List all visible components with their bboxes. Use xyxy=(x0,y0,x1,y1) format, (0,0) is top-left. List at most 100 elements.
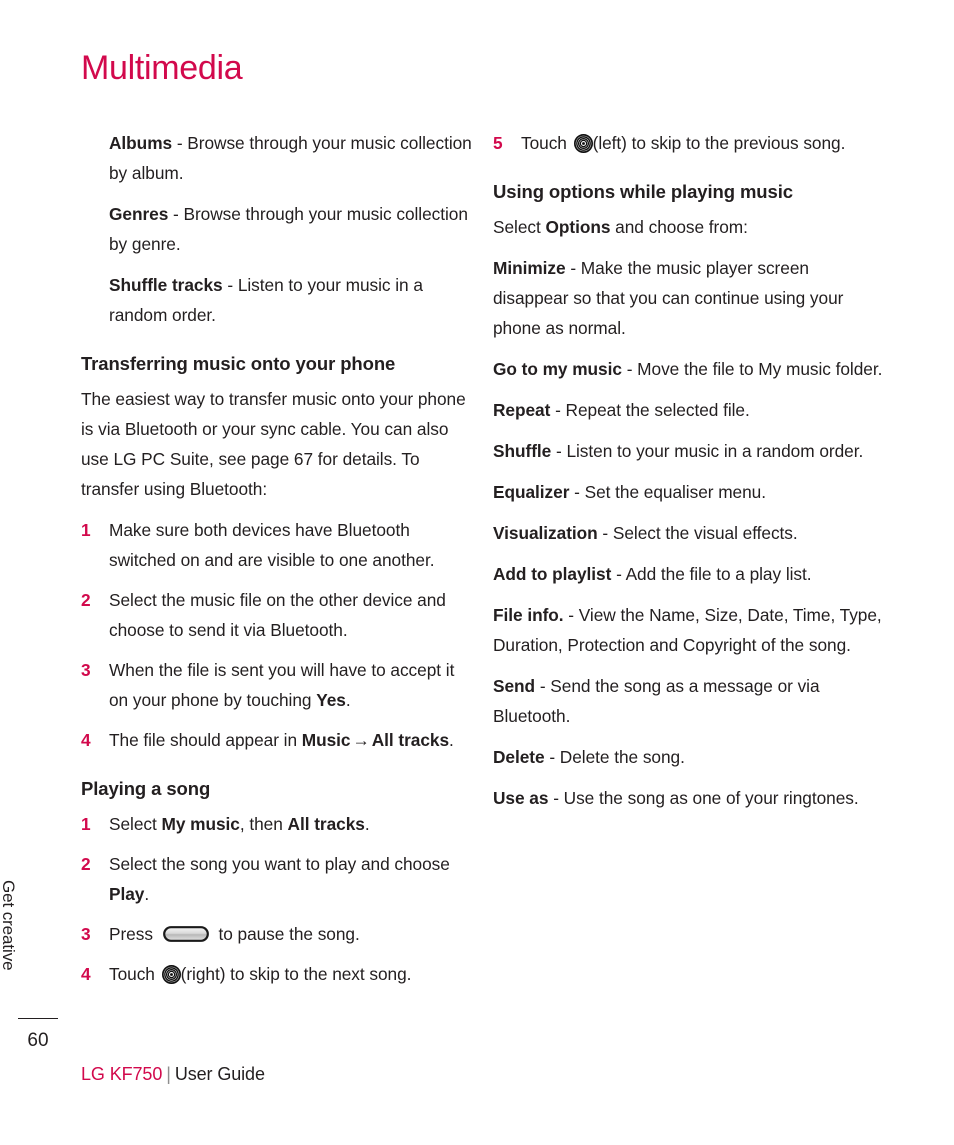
page-title: Multimedia xyxy=(81,49,243,87)
option-dash-repeat: - xyxy=(550,400,566,420)
options-intro-paragraph: Select Options and choose from: xyxy=(493,212,884,242)
step-number: 3 xyxy=(81,660,91,680)
option-dash-go-to-my-music: - xyxy=(621,359,638,379)
option-term-minimize: Minimize xyxy=(493,258,566,278)
step-text-tail: (right) to skip to the next song. xyxy=(180,964,412,984)
step-text: Select the music file on the other devic… xyxy=(109,590,446,640)
step-text: Touch xyxy=(109,964,160,984)
definition-genres: Genres - Browse through your music colle… xyxy=(81,199,472,259)
right-column: 5 Touch (left) to skip to the previous s… xyxy=(493,128,884,824)
step-emphasis-all-tracks: All tracks xyxy=(371,730,450,750)
option-repeat: Repeat - Repeat the selected file. xyxy=(493,395,884,425)
step-text-tail: . xyxy=(449,730,454,750)
option-dash-file-info: - xyxy=(563,605,579,625)
option-go-to-my-music: Go to my music - Move the file to My mus… xyxy=(493,354,884,384)
list-item: 2 Select the music file on the other dev… xyxy=(81,585,472,645)
step-text: When the file is sent you will have to a… xyxy=(109,660,455,710)
step-number: 2 xyxy=(81,590,91,610)
option-dash-equalizer: - xyxy=(569,482,585,502)
option-dash-shuffle: - xyxy=(551,441,567,461)
footer: LG KF750 | User Guide xyxy=(81,1064,265,1085)
option-desc-delete: Delete the song. xyxy=(559,747,685,767)
step-emphasis-all-tracks: All tracks xyxy=(287,814,365,834)
option-shuffle: Shuffle - Listen to your music in a rand… xyxy=(493,436,884,466)
navigation-wheel-icon xyxy=(161,963,181,985)
step-number: 5 xyxy=(493,133,503,153)
step-text-tail: (left) to skip to the previous song. xyxy=(592,133,846,153)
options-emphasis-options: Options xyxy=(545,217,611,237)
step-text: Select the song you want to play and cho… xyxy=(109,854,450,874)
option-visualization: Visualization - Select the visual effect… xyxy=(493,518,884,548)
definition-dash-albums: - xyxy=(172,133,188,153)
step-text: Make sure both devices have Bluetooth sw… xyxy=(109,520,435,570)
step-emphasis-yes: Yes xyxy=(316,690,346,710)
option-desc-repeat: Repeat the selected file. xyxy=(565,400,750,420)
footer-guide-label: User Guide xyxy=(174,1064,265,1084)
option-send: Send - Send the song as a message or via… xyxy=(493,671,884,731)
option-desc-add-to-playlist: Add the file to a play list. xyxy=(625,564,812,584)
step-emphasis-music: Music xyxy=(301,730,351,750)
definition-dash-genres: - xyxy=(168,204,184,224)
option-term-send: Send xyxy=(493,676,536,696)
option-delete: Delete - Delete the song. xyxy=(493,742,884,772)
option-dash-minimize: - xyxy=(565,258,581,278)
step-text-mid: , then xyxy=(239,814,288,834)
step-number: 3 xyxy=(81,924,91,944)
list-item: 1 Make sure both devices have Bluetooth … xyxy=(81,515,472,575)
option-add-to-playlist: Add to playlist - Add the file to a play… xyxy=(493,559,884,589)
list-item: 3 When the file is sent you will have to… xyxy=(81,655,472,715)
option-term-use-as: Use as xyxy=(493,788,549,808)
side-chapter-tab: Get creative xyxy=(0,880,62,1030)
step-text: Press xyxy=(109,924,158,944)
definition-shuffle-tracks: Shuffle tracks - Listen to your music in… xyxy=(81,270,472,330)
option-desc-equalizer: Set the equaliser menu. xyxy=(584,482,766,502)
step-text: Select xyxy=(109,814,162,834)
option-dash-send: - xyxy=(535,676,551,696)
definition-term-albums: Albums xyxy=(109,133,173,153)
pill-button-icon xyxy=(162,921,209,942)
step-number: 4 xyxy=(81,730,91,750)
option-file-info: File info. - View the Name, Size, Date, … xyxy=(493,600,884,660)
definition-term-genres: Genres xyxy=(109,204,169,224)
list-item: 4 Touch (right) to skip to the next song… xyxy=(81,959,472,989)
page-number: 60 xyxy=(27,1030,49,1051)
option-use-as: Use as - Use the song as one of your rin… xyxy=(493,783,884,813)
navigation-wheel-icon xyxy=(573,132,593,154)
step-text-tail: . xyxy=(345,690,351,710)
option-dash-use-as: - xyxy=(548,788,564,808)
option-dash-add-to-playlist: - xyxy=(611,564,626,584)
option-term-add-to-playlist: Add to playlist xyxy=(493,564,612,584)
step-number: 2 xyxy=(81,854,91,874)
step-text: The file should appear in xyxy=(109,730,302,750)
section-heading-using-options: Using options while playing music xyxy=(493,181,793,202)
options-intro-lead: Select xyxy=(493,217,546,237)
list-item: 4 The file should appear in Music → All tr… xyxy=(81,725,472,755)
option-minimize: Minimize - Make the music player screen … xyxy=(493,253,884,343)
left-column: Albums - Browse through your music colle… xyxy=(81,128,472,999)
option-term-repeat: Repeat xyxy=(493,400,551,420)
option-desc-use-as: Use the song as one of your ringtones. xyxy=(563,788,859,808)
option-equalizer: Equalizer - Set the equaliser menu. xyxy=(493,477,884,507)
transferring-steps-list: 1 Make sure both devices have Bluetooth … xyxy=(81,515,472,755)
option-term-go-to-my-music: Go to my music xyxy=(493,359,622,379)
list-item: 3 Press to pause the song. xyxy=(81,919,472,949)
list-item: 5 Touch (left) to skip to the previous s… xyxy=(493,128,884,158)
option-term-delete: Delete xyxy=(493,747,545,767)
options-intro-tail: and choose from: xyxy=(610,217,748,237)
playing-steps-list: 1 Select My music, then All tracks. 2 Se… xyxy=(81,809,472,989)
option-dash-delete: - xyxy=(544,747,560,767)
option-term-visualization: Visualization xyxy=(493,523,598,543)
footer-brand: LG KF750 xyxy=(81,1064,163,1084)
list-item: 2 Select the song you want to play and c… xyxy=(81,849,472,909)
option-term-shuffle: Shuffle xyxy=(493,441,552,461)
step-text-tail: . xyxy=(364,814,370,834)
option-term-equalizer: Equalizer xyxy=(493,482,570,502)
option-desc-visualization: Select the visual effects. xyxy=(612,523,798,543)
step-emphasis-play: Play xyxy=(109,884,145,904)
list-item: 1 Select My music, then All tracks. xyxy=(81,809,472,839)
definition-term-shuffle-tracks: Shuffle tracks xyxy=(109,275,223,295)
section-heading-playing-a-song: Playing a song xyxy=(81,778,211,799)
option-desc-go-to-my-music: Move the file to My music folder. xyxy=(637,359,883,379)
option-desc-shuffle: Listen to your music in a random order. xyxy=(566,441,864,461)
step-text-tail: to pause the song. xyxy=(213,924,360,944)
